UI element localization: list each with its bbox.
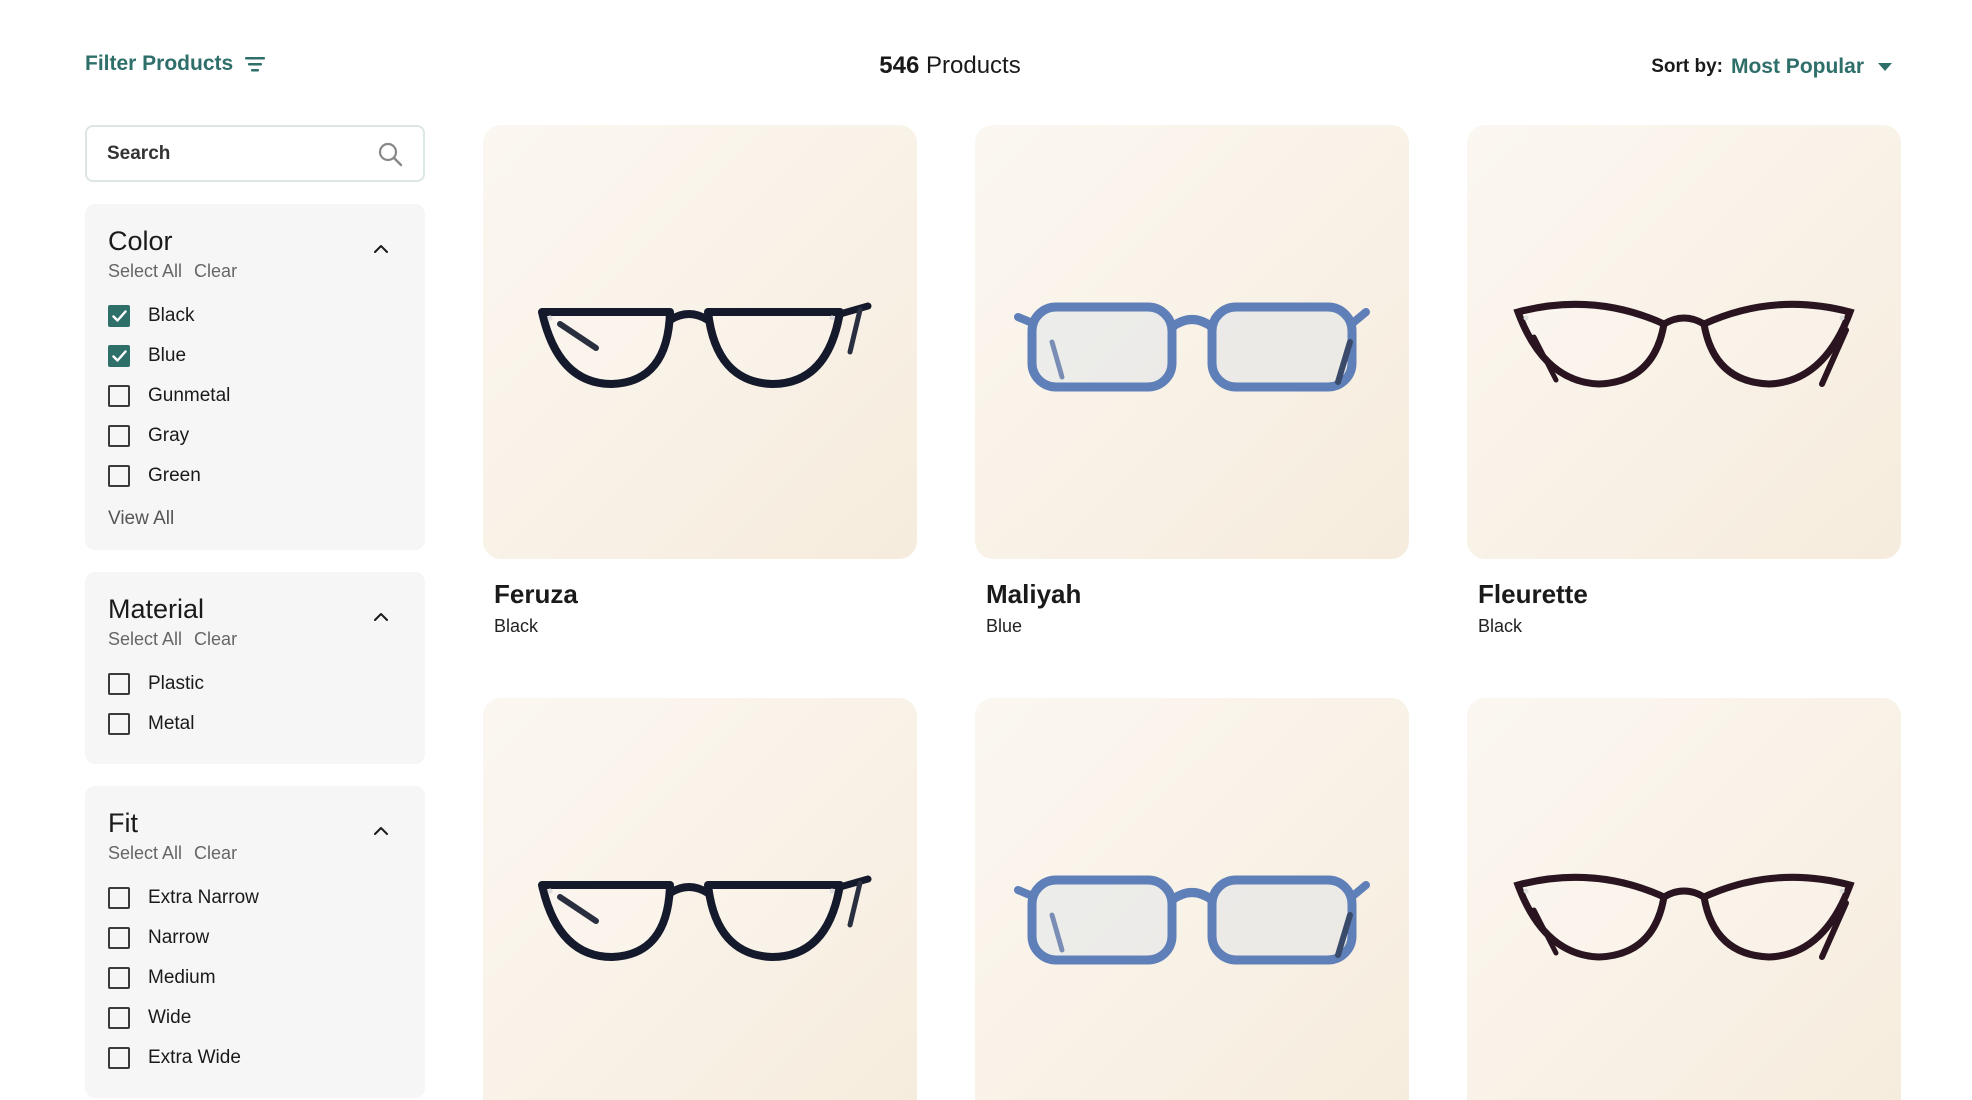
select-all-link[interactable]: Select All bbox=[108, 261, 182, 282]
product-image[interactable] bbox=[483, 698, 917, 1100]
checkbox[interactable] bbox=[108, 713, 130, 735]
product-image[interactable] bbox=[483, 125, 917, 559]
filter-options: Plastic Metal bbox=[108, 664, 403, 744]
filter-options: Black Blue Gunmetal Gray Green bbox=[108, 296, 403, 496]
checkmark-icon bbox=[111, 310, 127, 322]
product-name[interactable]: Feruza bbox=[483, 579, 917, 610]
caret-down-icon[interactable] bbox=[1878, 63, 1892, 71]
filter-option[interactable]: Black bbox=[108, 296, 403, 336]
chevron-up-icon[interactable] bbox=[373, 612, 389, 622]
checkbox[interactable] bbox=[108, 887, 130, 909]
filter-panel-title: Fit bbox=[108, 808, 138, 838]
filter-option-label: Plastic bbox=[148, 673, 204, 694]
sort-control: Sort by: Most Popular bbox=[1651, 55, 1892, 79]
filter-option[interactable]: Green bbox=[108, 456, 403, 496]
filter-option-label: Medium bbox=[148, 967, 216, 988]
checkbox[interactable] bbox=[108, 927, 130, 949]
filter-option-label: Metal bbox=[148, 713, 195, 734]
filter-option[interactable]: Gray bbox=[108, 416, 403, 456]
product-card[interactable] bbox=[975, 698, 1409, 1100]
sort-label: Sort by: bbox=[1651, 56, 1723, 77]
product-card[interactable]: Feruza Black bbox=[483, 125, 917, 637]
filter-option-label: Gray bbox=[148, 425, 190, 446]
product-card[interactable]: Maliyah Blue bbox=[975, 125, 1409, 637]
glasses-image bbox=[538, 875, 872, 961]
product-card[interactable] bbox=[483, 698, 917, 1100]
checkbox[interactable] bbox=[108, 1047, 130, 1069]
filter-option-label: Gunmetal bbox=[148, 385, 231, 406]
filter-panel-material: Material Select All Clear Plastic Metal bbox=[85, 572, 425, 764]
filter-panel-actions: Select All Clear bbox=[108, 843, 403, 864]
filter-option-label: Extra Narrow bbox=[148, 887, 259, 908]
filter-panel-title: Material bbox=[108, 594, 205, 624]
select-all-link[interactable]: Select All bbox=[108, 843, 182, 864]
checkbox[interactable] bbox=[108, 1007, 130, 1029]
glasses-image bbox=[538, 302, 872, 388]
filter-panel-actions: Select All Clear bbox=[108, 261, 403, 282]
search-box bbox=[85, 125, 425, 182]
clear-link[interactable]: Clear bbox=[194, 629, 237, 650]
filter-panel-actions: Select All Clear bbox=[108, 629, 403, 650]
filter-sidebar: Color Select All Clear Black Blue Gunmetal Gra… bbox=[85, 125, 425, 1098]
checkbox[interactable] bbox=[108, 305, 130, 327]
filter-option[interactable]: Metal bbox=[108, 704, 403, 744]
filter-panel-fit: Fit Select All Clear Extra Narrow Narrow Medi… bbox=[85, 786, 425, 1098]
glasses-image bbox=[1513, 300, 1855, 388]
clear-link[interactable]: Clear bbox=[194, 843, 237, 864]
product-image[interactable] bbox=[1467, 698, 1901, 1100]
checkbox[interactable] bbox=[108, 345, 130, 367]
glasses-image bbox=[1513, 873, 1855, 961]
filter-panel-title: Color bbox=[108, 226, 173, 256]
filter-option[interactable]: Extra Narrow bbox=[108, 878, 403, 918]
filter-option-label: Blue bbox=[148, 345, 187, 366]
product-card[interactable] bbox=[1467, 698, 1901, 1100]
checkbox[interactable] bbox=[108, 673, 130, 695]
filter-option[interactable]: Wide bbox=[108, 998, 403, 1038]
search-icon[interactable] bbox=[377, 141, 403, 167]
checkbox[interactable] bbox=[108, 425, 130, 447]
filter-option[interactable]: Blue bbox=[108, 336, 403, 376]
product-card[interactable]: Fleurette Black bbox=[1467, 125, 1901, 637]
product-color: Black bbox=[494, 616, 539, 636]
sort-dropdown[interactable]: Most Popular bbox=[1731, 55, 1864, 79]
filter-option-label: Black bbox=[148, 305, 195, 326]
chevron-up-icon[interactable] bbox=[373, 826, 389, 836]
select-all-link[interactable]: Select All bbox=[108, 629, 182, 650]
product-count-suffix: Products bbox=[926, 52, 1021, 79]
filter-option-label: Green bbox=[148, 465, 201, 486]
product-image[interactable] bbox=[1467, 125, 1901, 559]
filter-panel-color: Color Select All Clear Black Blue Gunmetal Gra… bbox=[85, 204, 425, 550]
clear-link[interactable]: Clear bbox=[194, 261, 237, 282]
filter-option[interactable]: Plastic bbox=[108, 664, 403, 704]
checkmark-icon bbox=[111, 350, 127, 362]
glasses-image bbox=[1014, 875, 1370, 965]
filter-panels: Color Select All Clear Black Blue Gunmetal Gra… bbox=[85, 204, 425, 1098]
filter-option-label: Extra Wide bbox=[148, 1047, 241, 1068]
product-name[interactable]: Fleurette bbox=[1467, 579, 1901, 610]
product-count: 546 Products bbox=[0, 52, 1900, 80]
checkbox[interactable] bbox=[108, 385, 130, 407]
filter-option[interactable]: Narrow bbox=[108, 918, 403, 958]
chevron-up-icon[interactable] bbox=[373, 244, 389, 254]
filter-option[interactable]: Extra Wide bbox=[108, 1038, 403, 1078]
product-image[interactable] bbox=[975, 698, 1409, 1100]
filter-options: Extra Narrow Narrow Medium Wide Extra Wide bbox=[108, 878, 403, 1078]
view-all-link[interactable]: View All bbox=[108, 508, 403, 530]
checkbox[interactable] bbox=[108, 465, 130, 487]
checkbox[interactable] bbox=[108, 967, 130, 989]
product-color: Blue bbox=[986, 616, 1023, 636]
search-input[interactable] bbox=[107, 142, 347, 165]
product-name[interactable]: Maliyah bbox=[975, 579, 1409, 610]
filter-option-label: Narrow bbox=[148, 927, 210, 948]
product-image[interactable] bbox=[975, 125, 1409, 559]
toolbar: Filter Products 546 Products Sort by: Mo… bbox=[0, 0, 1972, 110]
filter-option[interactable]: Medium bbox=[108, 958, 403, 998]
filter-option-label: Wide bbox=[148, 1007, 192, 1028]
filter-option[interactable]: Gunmetal bbox=[108, 376, 403, 416]
product-color: Black bbox=[1478, 616, 1523, 636]
glasses-image bbox=[1014, 302, 1370, 392]
product-count-number: 546 bbox=[879, 52, 920, 79]
